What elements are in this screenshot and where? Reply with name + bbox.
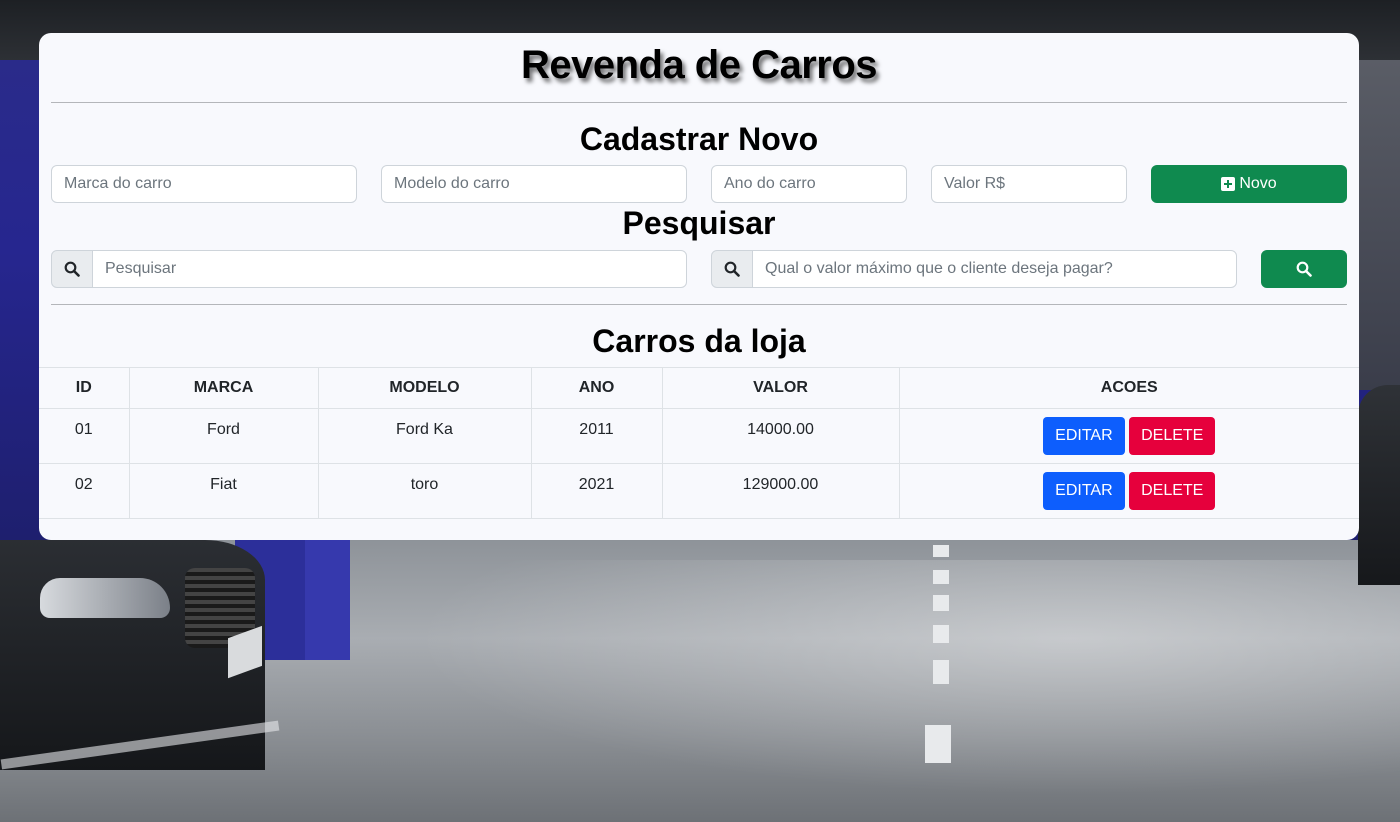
cell-actions: EDITAR DELETE: [898, 408, 1359, 464]
search-input[interactable]: [92, 250, 687, 288]
modelo-input[interactable]: [381, 165, 687, 203]
search-icon: [724, 261, 740, 277]
divider: [51, 304, 1347, 305]
search-button[interactable]: [1261, 250, 1347, 288]
page-title: Revenda de Carros: [520, 43, 878, 87]
edit-button[interactable]: EDITAR: [1043, 417, 1125, 455]
valor-input[interactable]: [931, 165, 1127, 203]
cell-valor: 129000.00: [661, 463, 900, 519]
cell-modelo: toro: [317, 463, 532, 519]
cell-id: 02: [39, 463, 130, 519]
edit-button[interactable]: EDITAR: [1043, 472, 1125, 510]
search-icon: [64, 261, 80, 277]
col-acoes: ACOES: [898, 367, 1359, 409]
novo-button[interactable]: Novo: [1151, 165, 1347, 203]
cell-marca: Ford: [128, 408, 319, 464]
main-card: Revenda de Carros Cadastrar Novo Novo Pe…: [39, 33, 1359, 540]
cadastrar-title: Cadastrar Novo: [579, 121, 819, 157]
delete-button[interactable]: DELETE: [1129, 472, 1216, 510]
col-marca: MARCA: [128, 367, 319, 409]
search-icon: [1296, 261, 1312, 277]
delete-button[interactable]: DELETE: [1129, 417, 1216, 455]
col-id: ID: [39, 367, 130, 409]
valor-max-addon: [711, 250, 753, 288]
cell-valor: 14000.00: [661, 408, 900, 464]
table-header-row: ID MARCA MODELO ANO VALOR ACOES: [39, 367, 1359, 409]
valor-max-input[interactable]: [752, 250, 1237, 288]
col-modelo: MODELO: [317, 367, 532, 409]
cell-ano: 2021: [530, 463, 663, 519]
cell-marca: Fiat: [128, 463, 319, 519]
cell-ano: 2011: [530, 408, 663, 464]
cell-modelo: Ford Ka: [317, 408, 532, 464]
novo-label: Novo: [1239, 175, 1277, 192]
cell-actions: EDITAR DELETE: [898, 463, 1359, 519]
table-row: 02 Fiat toro 2021 129000.00 EDITAR DELET…: [39, 463, 1359, 519]
cell-id: 01: [39, 408, 130, 464]
pesquisar-title: Pesquisar: [622, 205, 776, 241]
ano-input[interactable]: [711, 165, 907, 203]
divider: [51, 102, 1347, 103]
col-valor: VALOR: [661, 367, 900, 409]
plus-square-icon: [1221, 177, 1236, 191]
cars-table: ID MARCA MODELO ANO VALOR ACOES 01 Ford …: [39, 367, 1359, 519]
table-row: 01 Ford Ford Ka 2011 14000.00 EDITAR DEL…: [39, 408, 1359, 464]
table-title: Carros da loja: [592, 323, 806, 359]
marca-input[interactable]: [51, 165, 357, 203]
col-ano: ANO: [530, 367, 663, 409]
search-addon: [51, 250, 93, 288]
